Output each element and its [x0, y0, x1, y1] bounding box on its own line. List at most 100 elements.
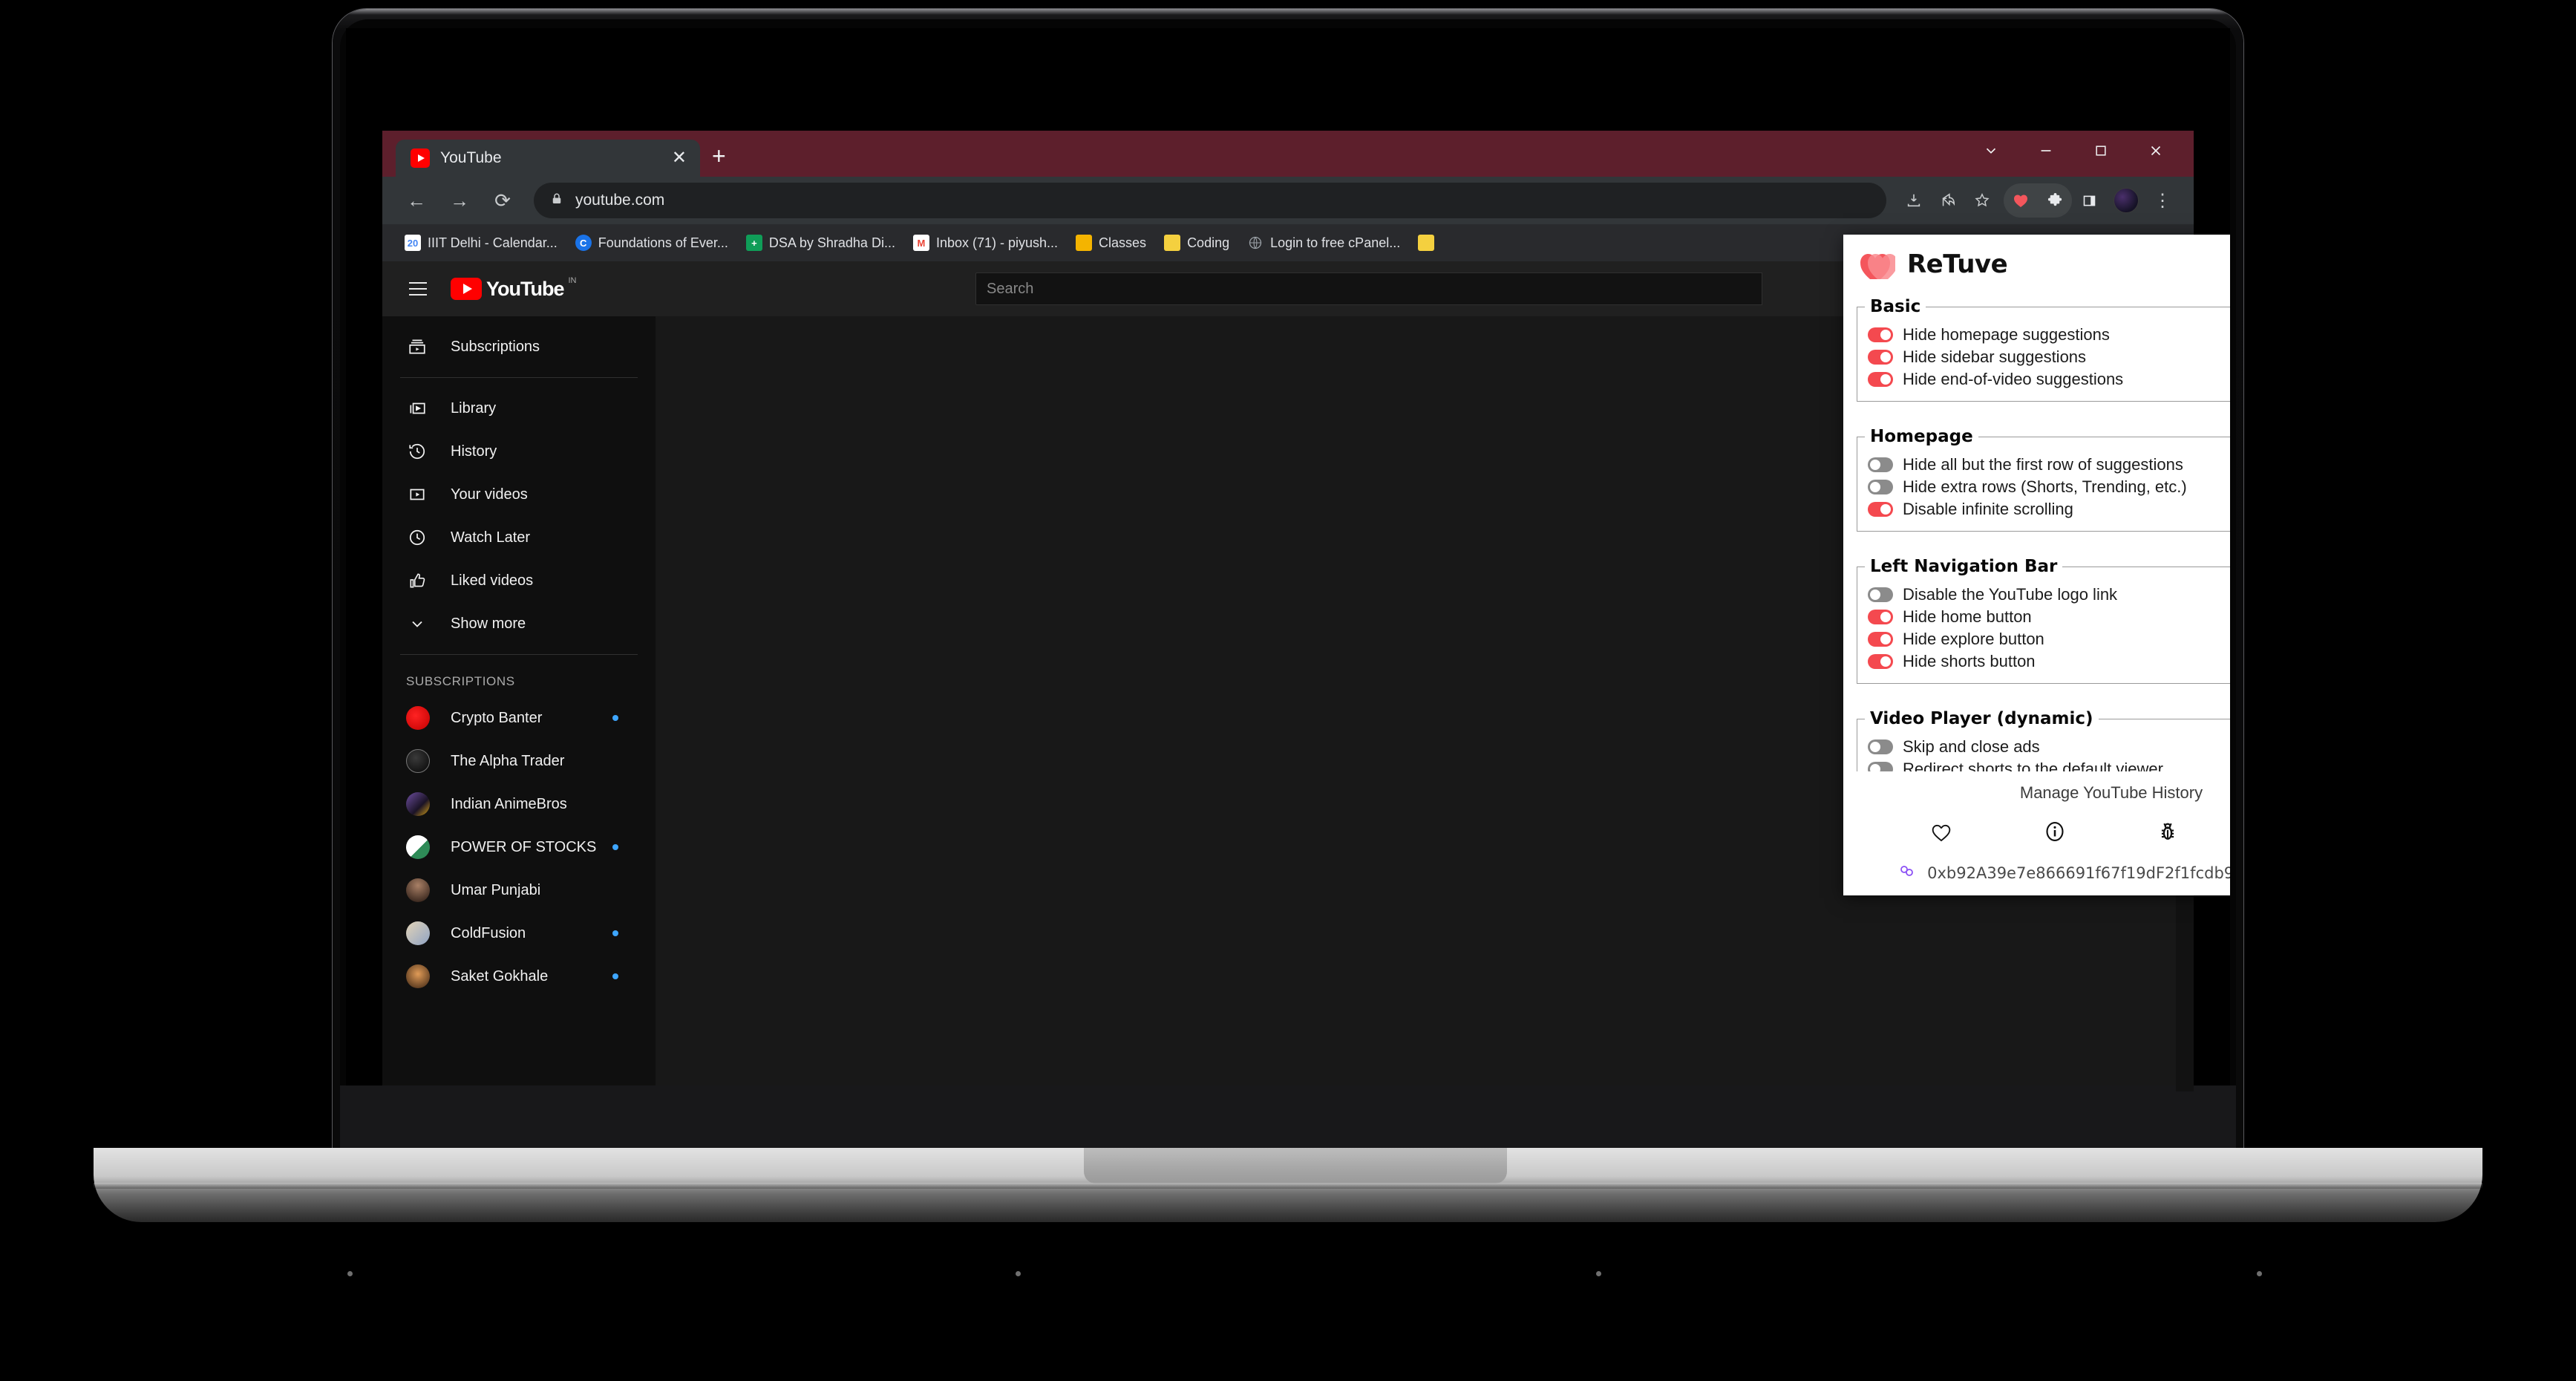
maximize-icon[interactable] [2073, 134, 2128, 168]
bookmark-item[interactable]: + DSA by Shradha Di... [737, 232, 904, 254]
tab-close-icon[interactable]: ✕ [669, 149, 690, 167]
info-icon[interactable] [2039, 816, 2070, 847]
bug-icon[interactable] [2152, 816, 2183, 847]
avatar [406, 749, 430, 773]
list-item[interactable]: Umar Punjabi [382, 869, 656, 912]
toggle-switch[interactable] [1868, 350, 1893, 365]
option-hide-all-but-first-row[interactable]: Hide all but the first row of suggestion… [1857, 454, 2230, 476]
option-disable-youtube-logo-link[interactable]: Disable the YouTube logo link [1857, 584, 2230, 606]
option-hide-sidebar-suggestions[interactable]: Hide sidebar suggestions [1857, 346, 2230, 368]
window-controls [1964, 134, 2183, 168]
avatar [406, 964, 430, 988]
subscriptions-heading: SUBSCRIPTIONS [406, 674, 515, 688]
bookmark-item[interactable]: Login to free cPanel... [1238, 232, 1409, 254]
reload-button[interactable]: ⟳ [483, 181, 522, 220]
new-tab-button[interactable]: + [712, 144, 726, 168]
bookmark-item[interactable]: Classes [1067, 232, 1155, 254]
classroom-icon [1076, 235, 1093, 251]
wallet-address-row[interactable]: 0xb92A39e7e866691f67f19dF2f1fcdb901eA257… [1843, 855, 2230, 882]
list-item[interactable]: ColdFusion [382, 912, 656, 955]
bookmark-label: Classes [1099, 235, 1147, 250]
option-hide-end-of-video-suggestions[interactable]: Hide end-of-video suggestions [1857, 368, 2230, 391]
list-item[interactable]: POWER OF STOCKS [382, 826, 656, 869]
list-item[interactable]: Indian AnimeBros [382, 783, 656, 826]
hamburger-menu-icon[interactable] [402, 272, 434, 305]
youtube-logo[interactable]: YouTube IN [451, 276, 576, 300]
bookmark-item[interactable]: Coding [1155, 232, 1238, 254]
option-hide-explore-button[interactable]: Hide explore button [1857, 628, 2230, 650]
side-panel-icon[interactable] [2072, 183, 2106, 218]
sheets-icon: + [745, 235, 762, 251]
base-foot-dot [1016, 1271, 1021, 1276]
coursera-icon: C [575, 235, 592, 251]
laptop-base-sheen [94, 1183, 2482, 1189]
sidebar-item-liked-videos[interactable]: Liked videos [382, 559, 656, 602]
address-bar[interactable]: youtube.com [534, 183, 1886, 218]
sidebar-item-show-more[interactable]: Show more [382, 602, 656, 645]
browser-tab-strip: YouTube ✕ + [382, 131, 2194, 177]
option-redirect-shorts[interactable]: Redirect shorts to the default viewer [1857, 758, 2230, 771]
option-hide-extra-rows[interactable]: Hide extra rows (Shorts, Trending, etc.) [1857, 476, 2230, 498]
toggle-switch[interactable] [1868, 740, 1893, 754]
toggle-switch[interactable] [1868, 327, 1893, 342]
retuve-header: ReTuve [1843, 235, 2230, 294]
option-hide-shorts-button[interactable]: Hide shorts button [1857, 650, 2230, 673]
heart-outline-icon[interactable] [1926, 816, 1957, 847]
minimize-icon[interactable] [2018, 134, 2073, 168]
forward-button[interactable]: → [440, 181, 479, 220]
tab-title: YouTube [440, 149, 502, 166]
folder-icon [1164, 235, 1181, 251]
share-icon[interactable] [1931, 183, 1965, 218]
bookmark-item[interactable]: 20 IIIT Delhi - Calendar... [396, 232, 566, 254]
sidebar-item-library[interactable]: Library [382, 387, 656, 430]
toggle-switch[interactable] [1868, 762, 1893, 771]
option-label: Hide explore button [1903, 630, 2044, 648]
bookmark-item[interactable]: C Foundations of Ever... [566, 232, 737, 254]
toggle-switch[interactable] [1868, 372, 1893, 387]
search-input[interactable]: Search [975, 272, 1762, 305]
browser-tab-youtube[interactable]: YouTube ✕ [396, 140, 700, 177]
option-label: Redirect shorts to the default viewer [1903, 760, 2163, 771]
option-hide-homepage-suggestions[interactable]: Hide homepage suggestions [1857, 324, 2230, 346]
retuve-extension-icon[interactable] [2004, 183, 2038, 218]
sidebar-item-watch-later[interactable]: Watch Later [382, 516, 656, 559]
bookmark-item[interactable]: M Inbox (71) - piyush... [904, 232, 1067, 254]
close-icon[interactable] [2128, 134, 2183, 168]
option-disable-infinite-scrolling[interactable]: Disable infinite scrolling [1857, 498, 2230, 520]
option-label: Hide sidebar suggestions [1903, 347, 2087, 366]
sidebar-item-subscriptions[interactable]: Subscriptions [382, 325, 656, 368]
toggle-switch[interactable] [1868, 457, 1893, 472]
toggle-switch[interactable] [1868, 502, 1893, 517]
chrome-profile-avatar[interactable] [2114, 188, 2139, 213]
sidebar-item-your-videos[interactable]: Your videos [382, 473, 656, 516]
chevron-down-icon[interactable] [1964, 134, 2018, 168]
toggle-switch[interactable] [1868, 610, 1893, 624]
sidebar-item-history[interactable]: History [382, 430, 656, 473]
channel-name: Crypto Banter [451, 709, 543, 726]
toggle-switch[interactable] [1868, 587, 1893, 602]
option-label: Disable infinite scrolling [1903, 500, 2073, 518]
channel-name: Indian AnimeBros [451, 795, 567, 812]
youtube-favicon-icon [411, 148, 430, 168]
bookmark-label: Foundations of Ever... [598, 235, 728, 250]
list-item[interactable]: Crypto Banter [382, 696, 656, 740]
toggle-switch[interactable] [1868, 480, 1893, 494]
chrome-menu-icon[interactable]: ⋮ [2146, 190, 2179, 212]
toggle-switch[interactable] [1868, 632, 1893, 647]
options-group-basic: Basic Hide homepage suggestions Hide sid… [1857, 297, 2230, 402]
bookmark-star-icon[interactable] [1965, 183, 1999, 218]
option-skip-and-close-ads[interactable]: Skip and close ads [1857, 736, 2230, 758]
back-button[interactable]: ← [397, 181, 436, 220]
footer-icon-row [1843, 806, 2230, 855]
your-videos-icon [406, 483, 428, 506]
option-hide-home-button[interactable]: Hide home button [1857, 606, 2230, 628]
list-item[interactable]: The Alpha Trader [382, 740, 656, 783]
install-app-icon[interactable] [1897, 183, 1931, 218]
library-icon [406, 397, 428, 419]
list-item[interactable]: Saket Gokhale [382, 955, 656, 998]
extensions-puzzle-icon[interactable] [2038, 183, 2072, 218]
toggle-switch[interactable] [1868, 654, 1893, 669]
manage-youtube-history-link[interactable]: Manage YouTube History [1843, 776, 2230, 806]
youtube-wordmark: YouTube [486, 278, 564, 300]
bookmark-item[interactable] [1409, 232, 1450, 254]
